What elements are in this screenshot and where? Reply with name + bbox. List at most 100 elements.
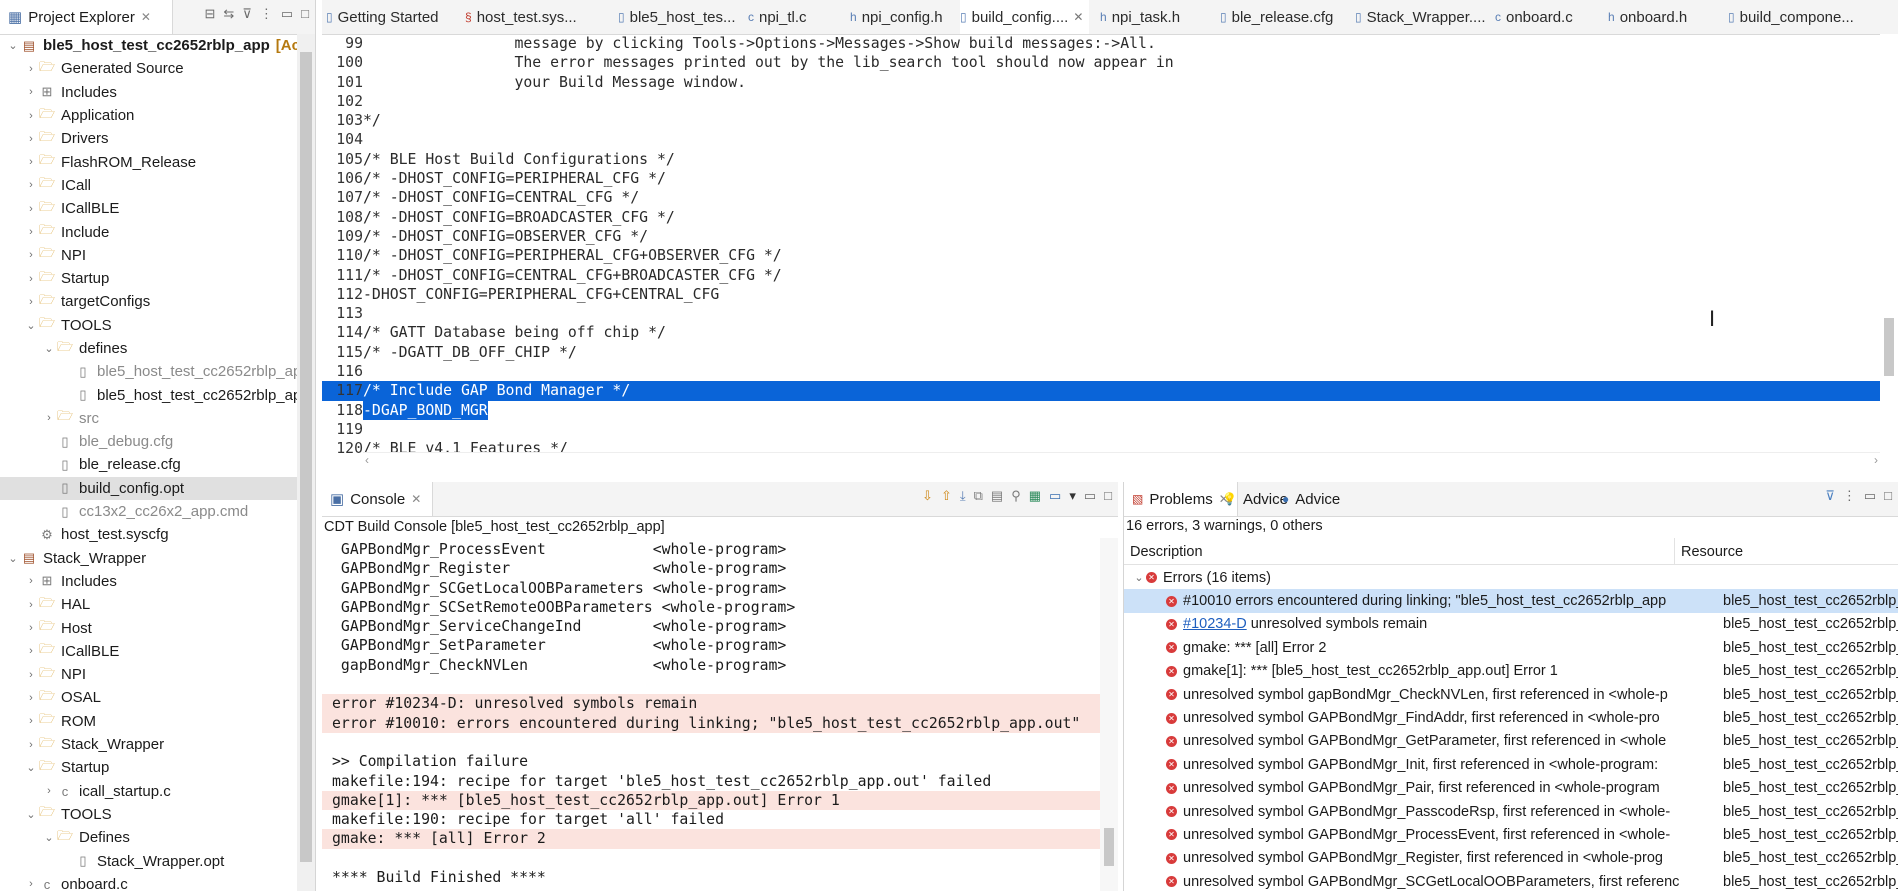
scrollbar-thumb[interactable] [300,52,312,862]
filter-icon[interactable]: ⊽ [1825,488,1835,504]
arrow-up-icon[interactable]: ⇧ [941,488,952,504]
chevron-right-icon[interactable]: › [24,273,38,285]
maximize-icon[interactable]: □ [301,6,309,22]
tree-item[interactable]: ▯ ble5_host_test_cc2652rblp_ap [0,383,297,406]
tree-item[interactable]: › 🗁 OSAL [0,686,297,709]
tree-item[interactable]: ⌄ 🗁 TOOLS [0,803,297,826]
console-scrollbar[interactable] [1100,538,1118,891]
chevron-down-icon[interactable]: ⌄ [24,808,38,821]
problem-row[interactable]: ✕ #10234-D unresolved symbols remain ble5_… [1124,613,1898,636]
editor-tab[interactable]: ▯ ble_release.cfg [1220,0,1333,34]
column-description[interactable]: Description [1124,538,1675,564]
chevron-right-icon[interactable]: › [24,669,38,681]
copy-icon[interactable]: ⧉ [974,488,983,504]
tree-item[interactable]: ▯ ble5_host_test_cc2652rblp_ap [0,360,297,383]
error-code-link[interactable]: #10234-D [1183,616,1247,632]
chevron-right-icon[interactable]: › [24,63,38,75]
chevron-down-icon[interactable]: ⌄ [6,39,20,52]
editor-vscrollbar[interactable] [1880,34,1898,454]
problem-row[interactable]: ✕ unresolved symbol GAPBondMgr_Register, … [1124,847,1898,870]
tree-item[interactable]: › 🗁 Generated Source [0,57,297,80]
chevron-right-icon[interactable]: › [24,296,38,308]
scroll-left-icon[interactable]: ‹ [365,453,369,467]
editor-tab[interactable]: ▯ Stack_Wrapper.... [1355,0,1486,34]
scrollbar-thumb[interactable] [1104,828,1114,866]
tree-item[interactable]: › 🗁 Host [0,616,297,639]
chevron-down-icon[interactable]: ⌄ [42,831,56,844]
tree-item[interactable]: ⌄ 🗁 Startup [0,756,297,779]
dropdown-icon[interactable]: ▾ [1069,488,1076,504]
tree-item[interactable]: › c icall_startup.c [0,780,297,803]
scrollbar-thumb[interactable] [1884,318,1894,376]
tree-item[interactable]: › 🗁 ICall [0,174,297,197]
tree-item[interactable]: › 🗁 src [0,407,297,430]
clear-icon[interactable]: ▤ [991,488,1003,504]
chevron-right-icon[interactable]: › [24,203,38,215]
link-editor-icon[interactable]: ⇆ [223,6,234,22]
tree-item[interactable]: ▯ build_config.opt [0,476,297,500]
close-icon[interactable]: ✕ [411,492,421,506]
console-output[interactable]: GAPBondMgr_ProcessEvent <whole-program> … [322,540,1100,891]
problem-row[interactable]: ✕ unresolved symbol GAPBondMgr_GetParamet… [1124,730,1898,753]
tree-item[interactable]: ▯ Stack_Wrapper.opt [0,849,297,872]
editor-tab[interactable]: h onboard.h [1608,0,1687,34]
tree-item[interactable]: › 🗁 ROM [0,710,297,733]
minimize-icon[interactable]: ▭ [281,6,293,22]
problem-row[interactable]: ✕ unresolved symbol GAPBondMgr_PasscodeRs… [1124,800,1898,823]
error-group-row[interactable]: ⌄ ✕ Errors (16 items) [1124,566,1898,589]
tree-item[interactable]: ▯ ble_release.cfg [0,453,297,476]
chevron-right-icon[interactable]: › [24,156,38,168]
tree-item[interactable]: ⌄ ▤ Stack_Wrapper [0,547,297,570]
chevron-right-icon[interactable]: › [24,249,38,261]
chevron-right-icon[interactable]: › [24,226,38,238]
tree-item[interactable]: › 🗁 Include [0,220,297,243]
tree-item[interactable]: › 🗁 NPI [0,244,297,267]
tree-item[interactable]: ⌄ 🗁 TOOLS [0,314,297,337]
scroll-right-icon[interactable]: › [1874,453,1878,467]
problem-row[interactable]: ✕ gmake[1]: *** [ble5_host_test_cc2652rbl… [1124,660,1898,683]
chevron-right-icon[interactable]: › [24,179,38,191]
chevron-right-icon[interactable]: › [24,645,38,657]
problem-row[interactable]: ✕ unresolved symbol GAPBondMgr_ProcessEve… [1124,823,1898,846]
chevron-right-icon[interactable]: › [24,622,38,634]
chevron-right-icon[interactable]: › [24,599,38,611]
chevron-down-icon[interactable]: ⌄ [42,342,56,355]
editor-tab[interactable]: ▯ Getting Started [326,0,439,34]
chevron-down-icon[interactable]: ⌄ [24,319,38,332]
tree-item[interactable]: › ⊞ Includes [0,81,297,104]
editor-tab[interactable]: ▯ build_config.... ✕ [960,0,1090,34]
tree-item[interactable]: › 🗁 FlashROM_Release [0,150,297,173]
editor-tab[interactable]: h npi_config.h [850,0,943,34]
tab-console[interactable]: ▣ Console ✕ [322,482,433,516]
close-icon[interactable]: ✕ [1073,10,1083,24]
tree-item[interactable]: › 🗁 ICallBLE [0,640,297,663]
scroll-lock-icon[interactable]: ⤓ [960,488,966,504]
editor-tab[interactable]: h npi_task.h [1100,0,1180,34]
view-menu-icon[interactable]: ⋮ [1843,488,1856,504]
filter-icon[interactable]: ⊽ [242,6,252,22]
problem-row[interactable]: ✕ unresolved symbol GAPBondMgr_Init, firs… [1124,753,1898,776]
problem-row[interactable]: ✕ unresolved symbol gapBondMgr_CheckNVLen… [1124,683,1898,706]
editor-tab[interactable]: § host_test.sys... [465,0,577,34]
minimize-icon[interactable]: ▭ [1084,488,1096,504]
tree-item[interactable]: › 🗁 ICallBLE [0,197,297,220]
view-menu-icon[interactable]: ⋮ [260,6,273,22]
arrow-down-icon[interactable]: ⇩ [922,488,933,504]
chevron-down-icon[interactable]: ⌄ [24,761,38,774]
chevron-right-icon[interactable]: › [42,785,56,797]
open-console-icon[interactable]: ▭ [1049,488,1061,504]
editor-tab[interactable]: c onboard.c [1495,0,1573,34]
display-console-icon[interactable]: ▦ [1029,488,1041,504]
maximize-icon[interactable]: □ [1104,488,1112,504]
tree-item[interactable]: › 🗁 Stack_Wrapper [0,733,297,756]
problem-row[interactable]: ✕ gmake: *** [all] Error 2 ble5_host_test_… [1124,636,1898,659]
tree-item[interactable]: › 🗁 Application [0,104,297,127]
tree-item[interactable]: ⌄▤ ble5_host_test_cc2652rblp_app [Act [0,34,297,57]
chevron-right-icon[interactable]: › [24,715,38,727]
tree-item[interactable]: › ⊞ Includes [0,570,297,593]
minimize-icon[interactable]: ▭ [1864,488,1876,504]
chevron-right-icon[interactable]: › [24,739,38,751]
editor-tab[interactable]: c npi_tl.c [748,0,807,34]
tree-item[interactable]: › 🗁 Startup [0,267,297,290]
problem-row[interactable]: ✕ unresolved symbol GAPBondMgr_FindAddr, … [1124,706,1898,729]
